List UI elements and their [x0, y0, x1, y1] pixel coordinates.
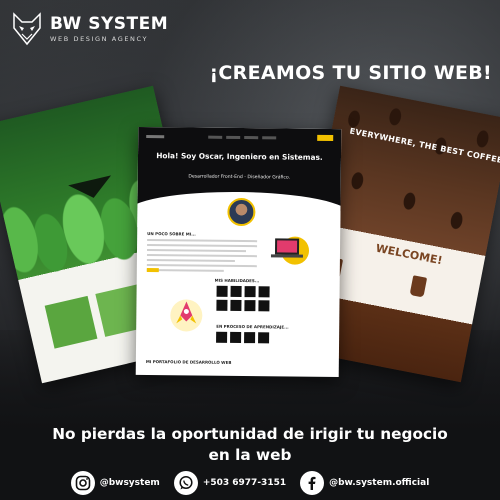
wolf-logo-icon: [13, 12, 41, 46]
coffee-beans-illustration: [313, 85, 500, 257]
contact-instagram[interactable]: @bwsystem: [70, 471, 160, 495]
section-about-title: UN POCO SOBRE MI...: [147, 231, 196, 237]
tagline: No pierdas la oportunidad de irigir tu n…: [0, 424, 500, 466]
nav-item: [226, 135, 241, 139]
skill-tile: [244, 300, 256, 312]
skill-tile: [258, 286, 270, 298]
rocket-illustration-icon: [170, 299, 203, 332]
whatsapp-icon: [173, 471, 198, 495]
portfolio-hero-title: Hola! Soy Oscar, Ingeniero en Sistemas.: [156, 151, 323, 162]
brand-logo: BW SYSTEM WEB DESIGN AGENCY: [10, 12, 168, 46]
facebook-handle: @bw.system.official: [329, 478, 430, 488]
learning-tile: [244, 332, 256, 344]
nav-item: [262, 135, 277, 139]
skill-tile: [230, 299, 242, 312]
learning-tile: [258, 332, 270, 344]
contact-facebook[interactable]: @bw.system.official: [300, 471, 429, 495]
section-learning-title: EN PROCESO DE APRENDIZAJE...: [216, 323, 289, 330]
portfolio-hero-subtitle: Desarrollador Front-End - Diseñador Gráf…: [188, 174, 291, 181]
learning-tile: [216, 331, 228, 343]
portfolio-nav: [146, 132, 334, 142]
learning-grid: [216, 331, 270, 344]
about-text-lines: [146, 239, 258, 275]
learning-tile: [230, 331, 242, 344]
ad-canvas: BW SYSTEM WEB DESIGN AGENCY ¡CREAMOS TU …: [0, 0, 500, 500]
whatsapp-number: +503 6977-3151: [202, 478, 287, 488]
instagram-handle: @bwsystem: [99, 478, 160, 488]
mockup-portfolio-website: Hola! Soy Oscar, Ingeniero en Sistemas. …: [135, 126, 342, 378]
instagram-icon: [70, 471, 95, 495]
mockup-tile: [44, 295, 98, 349]
nav-logo: [146, 134, 165, 138]
brand-subtitle: WEB DESIGN AGENCY: [50, 35, 149, 43]
coffee-cup-icon: [409, 275, 428, 298]
section-portfolio-title: MI PORTAFOLIO DE DESARROLLO WEB: [145, 359, 232, 365]
nav-item: [244, 135, 259, 139]
skill-tile: [244, 286, 256, 298]
skill-tile: [258, 300, 270, 312]
laptop-illustration-icon: [270, 236, 310, 265]
skills-grid: [216, 285, 270, 312]
contact-bar: @bwsystem +503 6977-3151 @bw.system.offi…: [0, 470, 500, 496]
nav-cta-button: [317, 134, 334, 141]
section-skills-title: MIS HABILIDADES...: [214, 277, 260, 284]
avatar: [227, 197, 256, 227]
tagline-line-2: en la web: [208, 446, 292, 464]
skill-tile: [216, 299, 228, 311]
skill-tile: [216, 285, 228, 297]
skill-tile: [230, 285, 242, 298]
headline: ¡CREAMOS TU SITIO WEB!: [209, 62, 492, 84]
nav-item: [208, 135, 223, 139]
about-button: [146, 268, 159, 273]
tagline-line-1: No pierdas la oportunidad de irigir tu n…: [52, 425, 448, 443]
brand-title: BW SYSTEM: [50, 14, 169, 34]
contact-whatsapp[interactable]: +503 6977-3151: [173, 471, 287, 495]
facebook-icon: [300, 471, 325, 495]
